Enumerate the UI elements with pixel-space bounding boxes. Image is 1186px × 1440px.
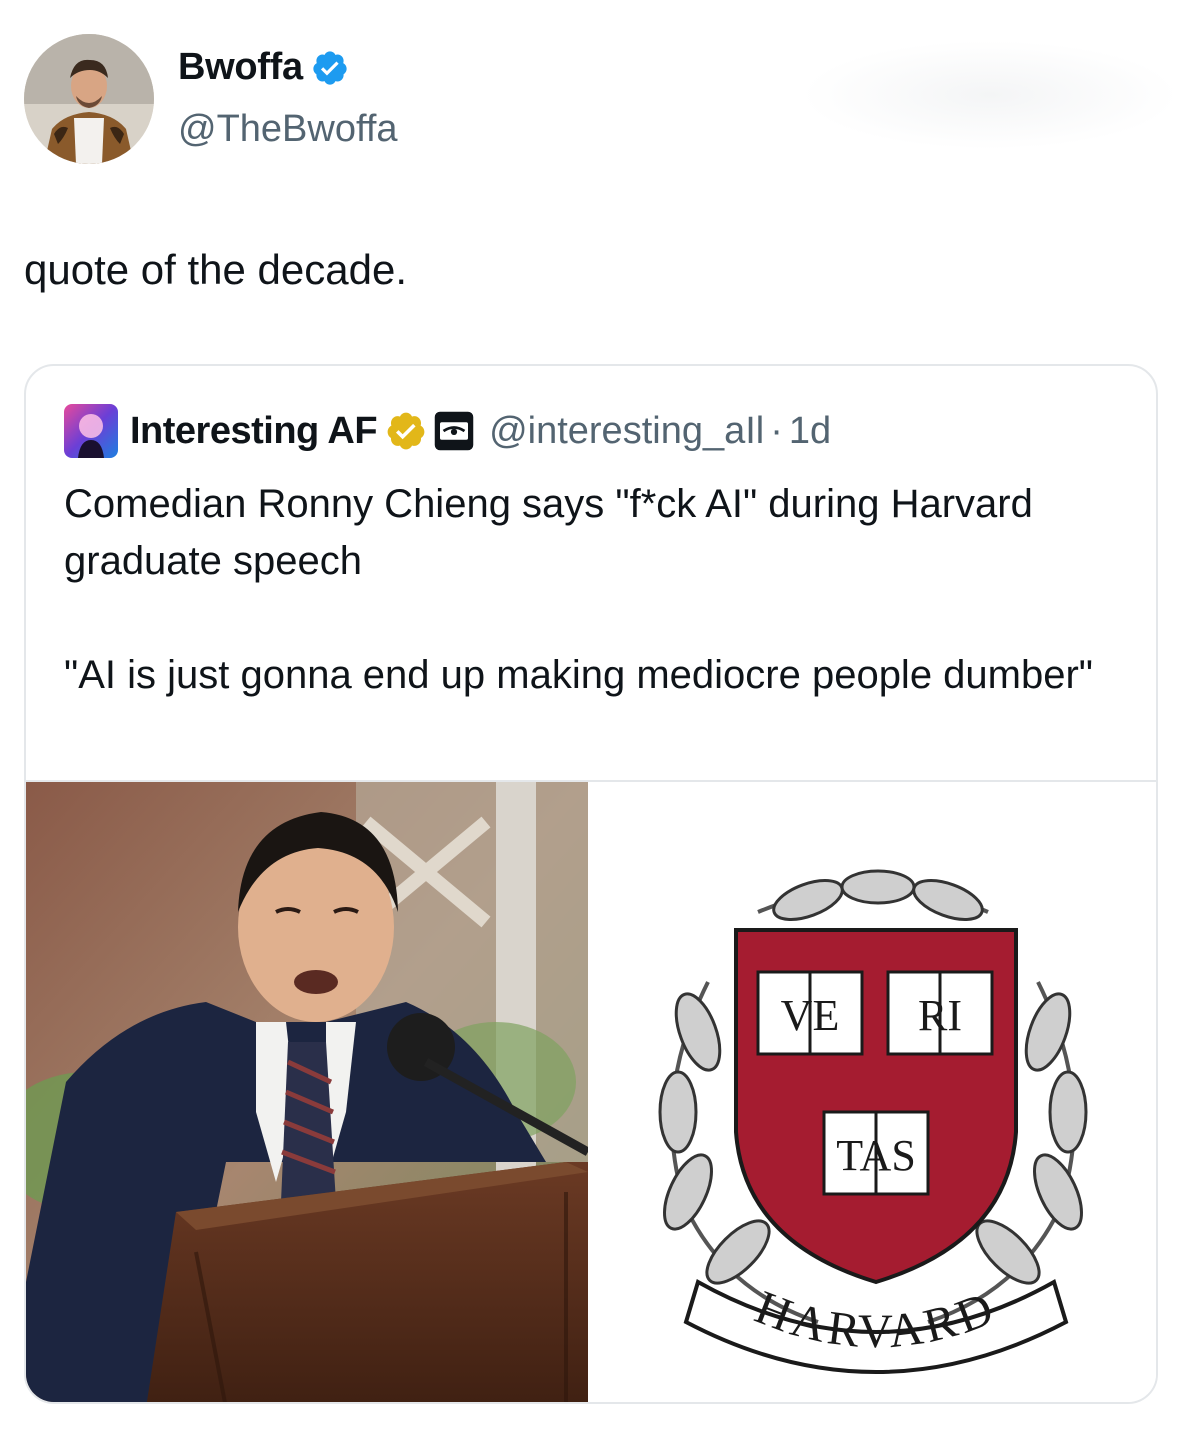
gold-verified-badge-icon [387, 412, 425, 450]
affiliate-badge-icon[interactable] [433, 410, 475, 452]
quoted-tweet-card[interactable]: Interesting AF @interesting_aIl · 1d Com… [24, 364, 1158, 1404]
quoted-text-line2: "AI is just gonna end up making mediocre… [64, 653, 1094, 697]
speaker-at-podium-photo [26, 782, 588, 1402]
book-text-ri: RI [918, 991, 962, 1040]
quoted-author-name[interactable]: Interesting AF [130, 410, 378, 453]
tweet-header: Bwoffa @TheBwoffa [24, 34, 724, 164]
blurred-area [800, 40, 1180, 150]
avatar-photo-icon [24, 34, 154, 164]
harvard-shield-logo: VE RI TAS HARVARD [658, 869, 1088, 1374]
quoted-text-line1: Comedian Ronny Chieng says "f*ck AI" dur… [64, 482, 1033, 583]
author-handle[interactable]: @TheBwoffa [178, 108, 398, 151]
author-avatar[interactable] [24, 34, 154, 164]
quoted-author-avatar[interactable] [64, 404, 118, 458]
separator-dot: · [770, 409, 783, 452]
quoted-media: VE RI TAS HARVARD [26, 780, 1156, 1402]
media-logo[interactable]: VE RI TAS HARVARD [588, 782, 1156, 1402]
book-text-ve: VE [781, 991, 840, 1040]
media-photo[interactable] [26, 782, 588, 1402]
author-display-name[interactable]: Bwoffa [178, 46, 303, 89]
quoted-tweet-time[interactable]: 1d [789, 410, 831, 453]
tweet-text: quote of the decade. [24, 246, 407, 293]
quoted-tweet-header: Interesting AF @interesting_aIl · 1d [64, 404, 831, 458]
quoted-tweet-text: Comedian Ronny Chieng says "f*ck AI" dur… [64, 476, 1124, 704]
book-text-tas: TAS [836, 1131, 916, 1180]
brain-avatar-icon [64, 404, 118, 458]
author-name-row: Bwoffa [178, 46, 349, 89]
quoted-author-handle[interactable]: @interesting_aIl [489, 410, 764, 453]
verified-badge-icon [313, 50, 347, 85]
